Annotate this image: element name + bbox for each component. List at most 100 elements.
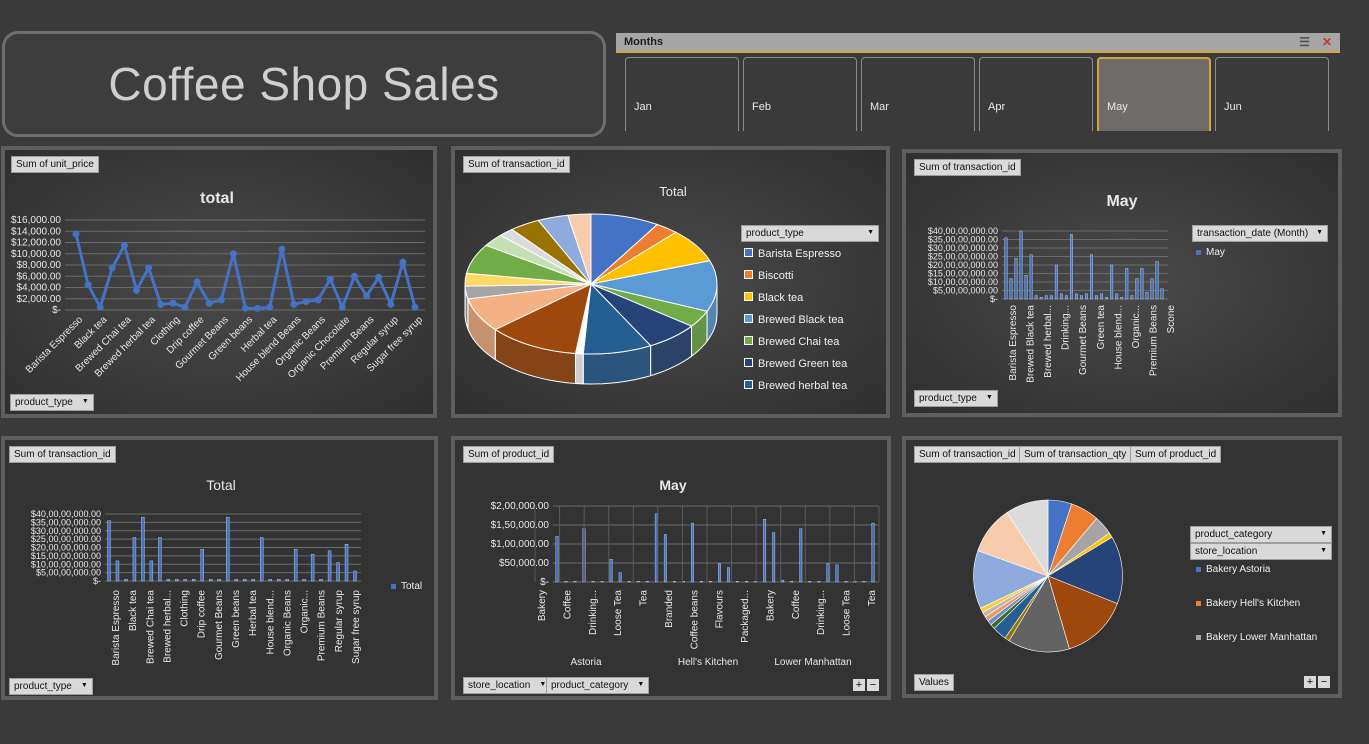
- bar: [1155, 261, 1159, 300]
- unit-price-line-panel: Sum of unit_price total $16,000.00 $14,000…: [1, 146, 437, 418]
- bar: [209, 579, 213, 582]
- x-tick-label: Barista Espresso: [1008, 305, 1019, 381]
- bar: [636, 581, 640, 583]
- collapse-button[interactable]: −: [867, 679, 879, 691]
- data-point: [133, 286, 141, 294]
- product-category-filter-button[interactable]: product_category: [546, 677, 650, 694]
- legend-label: Brewed herbal tea: [758, 380, 848, 392]
- bar: [573, 581, 577, 583]
- store-location-filter-button[interactable]: store_location: [463, 677, 552, 694]
- x-tick-label: Branded: [664, 590, 675, 628]
- bar: [645, 581, 649, 583]
- category-bar-chart: May $2,00,000.00 $1,50,000.00 $1,00,000.00 $…: [491, 477, 880, 668]
- product-type-filter-button[interactable]: product_type: [914, 390, 998, 407]
- bar: [600, 581, 604, 583]
- y-tick-label: $10,000.00: [11, 249, 61, 260]
- slicer-item-feb[interactable]: Feb: [743, 57, 857, 131]
- bar: [1019, 230, 1023, 300]
- slicer-item-may[interactable]: May: [1097, 57, 1211, 131]
- data-point: [108, 264, 116, 272]
- bar: [217, 579, 221, 582]
- pie-slice-side: [575, 352, 584, 385]
- x-tick-label: Flavours: [715, 590, 726, 628]
- x-tick-label: Premium Beans: [1148, 305, 1159, 376]
- bar: [251, 579, 255, 582]
- legend-label: Barista Espresso: [758, 248, 842, 260]
- slicer-header: Months ☰ ✕: [616, 33, 1340, 53]
- bar: [344, 544, 349, 582]
- expand-button[interactable]: +: [853, 679, 865, 691]
- bar: [736, 581, 739, 583]
- bar: [1039, 297, 1043, 300]
- y-tick-label: $5,00,00,000.00: [36, 568, 101, 578]
- total-bar-chart: Total$40,00,00,000.00$35,00,00,000.00$30…: [31, 477, 362, 666]
- months-slicer[interactable]: Months ☰ ✕ Jan Feb Mar Apr May Jun: [616, 33, 1340, 133]
- x-tick-label: Bakery: [537, 590, 548, 621]
- bar: [663, 534, 667, 583]
- bar: [183, 579, 187, 582]
- clear-filter-icon[interactable]: ✕: [1322, 35, 1332, 49]
- product-type-legend-filter[interactable]: product_type: [741, 225, 879, 242]
- y-tick-label: $1,50,000.00: [491, 520, 550, 531]
- group-label: Astoria: [570, 657, 602, 668]
- data-point: [72, 230, 80, 238]
- bar: [1135, 278, 1139, 300]
- bar: [293, 549, 298, 582]
- values-button[interactable]: Values: [914, 674, 954, 691]
- bar: [1064, 295, 1068, 300]
- x-tick-label: Regular syrup: [334, 590, 345, 653]
- bar: [627, 581, 631, 583]
- legend-swatch: [744, 314, 753, 323]
- collapse-button[interactable]: −: [1318, 676, 1330, 688]
- data-point: [326, 275, 334, 283]
- bar: [166, 579, 171, 582]
- slicer-item-apr[interactable]: Apr: [979, 57, 1093, 131]
- y-tick-label: $-: [990, 294, 998, 304]
- y-tick-label: $2,00,000.00: [491, 501, 550, 512]
- bar: [1145, 292, 1149, 300]
- bar: [790, 581, 794, 583]
- data-point: [145, 264, 153, 272]
- bar: [1090, 254, 1093, 300]
- x-tick-label: Clothing: [180, 590, 191, 627]
- bar: [1110, 264, 1114, 300]
- bar: [1095, 295, 1098, 300]
- product-category-legend-filter[interactable]: product_category: [1190, 526, 1332, 543]
- x-tick-label: Loose Tea: [613, 590, 624, 636]
- product-type-filter-button[interactable]: product_type: [10, 394, 94, 411]
- bar: [200, 549, 204, 582]
- x-tick-label: House blend...: [265, 590, 276, 655]
- bar: [243, 579, 247, 582]
- legend-swatch: [744, 358, 753, 367]
- x-tick-label: Green beans: [231, 590, 242, 648]
- bar: [709, 581, 712, 583]
- expand-button[interactable]: +: [1304, 676, 1316, 688]
- bar: [1049, 295, 1053, 300]
- data-point: [278, 245, 286, 253]
- slicer-item-mar[interactable]: Mar: [861, 57, 975, 131]
- product-type-filter-button[interactable]: product_type: [9, 678, 93, 695]
- bar: [192, 579, 196, 582]
- bar: [799, 528, 803, 583]
- legend-item: Black tea: [744, 292, 803, 304]
- chart-title: total: [200, 190, 234, 207]
- group-label: Hell's Kitchen: [678, 657, 738, 668]
- slicer-item-jan[interactable]: Jan: [625, 57, 739, 131]
- legend-item-may: May: [1196, 247, 1225, 258]
- product-id-bar-panel: Sum of product_id May $2,00,000.00 $1,50,0…: [451, 436, 891, 700]
- dashboard-title-box: Coffee Shop Sales: [2, 31, 606, 137]
- slicer-item-jun[interactable]: Jun: [1215, 57, 1329, 131]
- x-tick-label: Coffee beans: [689, 590, 700, 649]
- bar: [1059, 293, 1063, 300]
- bar: [1160, 288, 1164, 300]
- store-location-legend-filter[interactable]: store_location: [1190, 543, 1332, 560]
- multi-select-icon[interactable]: ☰: [1299, 35, 1310, 49]
- bar: [609, 559, 613, 583]
- slicer-items: Jan Feb Mar Apr May Jun: [616, 53, 1340, 131]
- bar: [1140, 268, 1144, 300]
- x-tick-label: Brewed herbal...: [162, 590, 173, 663]
- bar: [1070, 234, 1073, 300]
- transaction-date-legend-filter[interactable]: transaction_date (Month): [1192, 225, 1328, 242]
- bar: [1044, 295, 1048, 300]
- legend-item: Bakery Hell's Kitchen: [1196, 598, 1300, 609]
